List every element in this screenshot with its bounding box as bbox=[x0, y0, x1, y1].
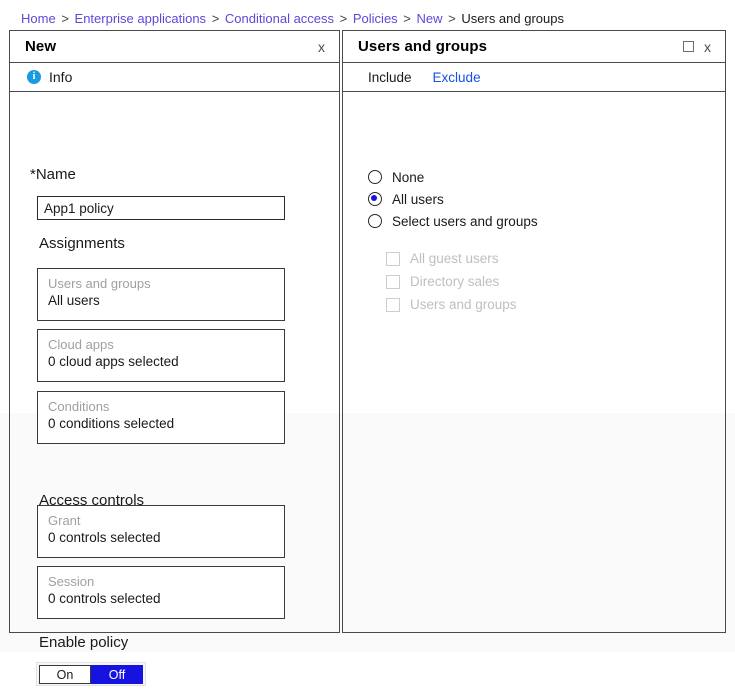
checkbox-option-directory-sales: Directory sales bbox=[386, 270, 517, 293]
users-and-groups-blade: Users and groups x Include Exclude None … bbox=[342, 30, 726, 633]
breadcrumb-item-policies[interactable]: Policies bbox=[353, 11, 398, 26]
card-value: 0 conditions selected bbox=[48, 416, 175, 431]
radio-option-none[interactable]: None bbox=[368, 166, 538, 188]
users-and-groups-header-actions: x bbox=[683, 40, 717, 54]
card-value: 0 controls selected bbox=[48, 530, 161, 545]
breadcrumb-separator: > bbox=[61, 11, 69, 26]
users-and-groups-blade-title: Users and groups bbox=[358, 38, 488, 55]
radio-label: Select users and groups bbox=[392, 213, 538, 229]
breadcrumb-item-enterprise-applications[interactable]: Enterprise applications bbox=[75, 11, 207, 26]
new-policy-blade: New x i Info *Name Assignments Users and… bbox=[9, 30, 340, 686]
card-value: All users bbox=[48, 293, 100, 308]
checkbox-label: Directory sales bbox=[410, 274, 500, 289]
enable-policy-toggle-on[interactable]: On bbox=[39, 665, 91, 684]
breadcrumb: Home > Enterprise applications > Conditi… bbox=[21, 11, 564, 27]
maximize-square-icon[interactable] bbox=[683, 41, 694, 52]
users-and-groups-blade-body: None All users Select users and groups A… bbox=[343, 92, 725, 693]
checkbox-icon bbox=[386, 274, 400, 289]
user-scope-checkbox-group: All guest users Directory sales Users an… bbox=[386, 247, 517, 316]
user-scope-radio-group: None All users Select users and groups bbox=[368, 166, 538, 232]
card-value: 0 controls selected bbox=[48, 591, 161, 606]
info-bar[interactable]: i Info bbox=[10, 63, 339, 92]
checkbox-label: All guest users bbox=[410, 251, 499, 266]
checkbox-label: Users and groups bbox=[410, 297, 517, 312]
new-policy-blade-header-actions: x bbox=[318, 40, 331, 54]
radio-option-all-users[interactable]: All users bbox=[368, 188, 538, 210]
access-card-session[interactable]: Session 0 controls selected bbox=[37, 566, 285, 619]
breadcrumb-item-home[interactable]: Home bbox=[21, 11, 56, 26]
radio-icon bbox=[368, 170, 382, 184]
card-title: Session bbox=[48, 574, 95, 589]
assignments-section-label: Assignments bbox=[39, 235, 125, 252]
policy-name-input[interactable] bbox=[37, 196, 285, 220]
assignment-card-cloud-apps[interactable]: Cloud apps 0 cloud apps selected bbox=[37, 329, 285, 382]
checkbox-option-all-guest-users: All guest users bbox=[386, 247, 517, 270]
close-icon[interactable]: x bbox=[704, 40, 711, 54]
enable-policy-toggle-off[interactable]: Off bbox=[91, 665, 143, 684]
breadcrumb-item-new[interactable]: New bbox=[417, 11, 443, 26]
breadcrumb-item-users-and-groups: Users and groups bbox=[461, 11, 564, 26]
new-policy-blade-title: New bbox=[25, 38, 57, 55]
enable-policy-toggle[interactable]: On Off bbox=[36, 662, 146, 686]
breadcrumb-item-conditional-access[interactable]: Conditional access bbox=[225, 11, 334, 26]
new-policy-blade-header: New x bbox=[10, 31, 339, 63]
checkbox-icon bbox=[386, 297, 400, 312]
breadcrumb-separator: > bbox=[403, 11, 411, 26]
tab-exclude[interactable]: Exclude bbox=[433, 70, 481, 85]
assignment-card-users-and-groups[interactable]: Users and groups All users bbox=[37, 268, 285, 321]
card-title: Conditions bbox=[48, 399, 110, 414]
breadcrumb-separator: > bbox=[211, 11, 220, 26]
card-title: Grant bbox=[48, 513, 81, 528]
include-exclude-tabbar: Include Exclude bbox=[343, 63, 725, 92]
tab-include[interactable]: Include bbox=[368, 70, 412, 85]
checkbox-icon bbox=[386, 251, 400, 266]
radio-option-select-users-and-groups[interactable]: Select users and groups bbox=[368, 210, 538, 232]
name-field-label: *Name bbox=[30, 166, 76, 183]
radio-label: All users bbox=[392, 191, 444, 207]
access-card-grant[interactable]: Grant 0 controls selected bbox=[37, 505, 285, 558]
info-bar-label: Info bbox=[49, 69, 73, 85]
enable-policy-label: Enable policy bbox=[39, 634, 129, 651]
checkbox-option-users-and-groups: Users and groups bbox=[386, 293, 517, 316]
radio-icon-selected bbox=[368, 192, 382, 206]
assignment-card-conditions[interactable]: Conditions 0 conditions selected bbox=[37, 391, 285, 444]
close-icon[interactable]: x bbox=[318, 40, 325, 54]
card-value: 0 cloud apps selected bbox=[48, 354, 179, 369]
radio-label: None bbox=[392, 169, 425, 185]
card-title: Users and groups bbox=[48, 276, 151, 291]
card-title: Cloud apps bbox=[48, 337, 114, 352]
radio-icon bbox=[368, 214, 382, 228]
breadcrumb-separator: > bbox=[448, 11, 456, 26]
info-circle-icon: i bbox=[27, 70, 41, 84]
users-and-groups-blade-header: Users and groups x bbox=[343, 31, 725, 63]
breadcrumb-separator: > bbox=[339, 11, 348, 26]
